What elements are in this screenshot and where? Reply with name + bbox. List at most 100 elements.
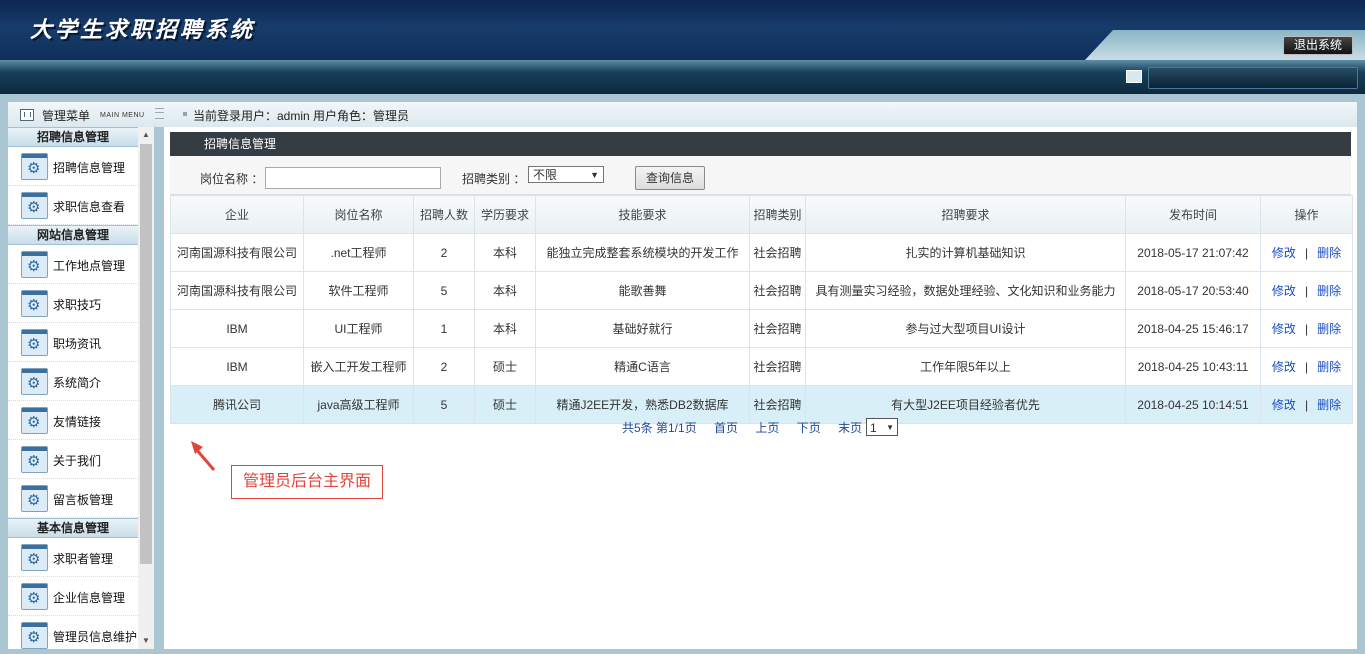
delete-link[interactable]: 删除 bbox=[1317, 284, 1341, 298]
table-cell: 精通C语言 bbox=[535, 347, 750, 386]
delete-link[interactable]: 删除 bbox=[1317, 322, 1341, 336]
position-label: 岗位名称 ： bbox=[200, 172, 264, 186]
separator: | bbox=[1304, 246, 1309, 260]
table-row: IBM UI工程师 1 本科 基础好就行 社会招聘 参与过大型项目UI设计 20… bbox=[170, 309, 1353, 348]
table-cell: 软件工程师 bbox=[303, 271, 414, 310]
table-cell: 工作年限5年以上 bbox=[805, 347, 1126, 386]
annotation-label: 管理员后台主界面 bbox=[231, 465, 383, 499]
next-page-link[interactable]: 下页 bbox=[797, 421, 821, 435]
table-cell: 有大型J2EE项目经验者优先 bbox=[805, 385, 1126, 424]
position-input[interactable] bbox=[265, 167, 441, 189]
logout-button[interactable]: 退出系统 bbox=[1283, 36, 1353, 55]
scroll-up-icon[interactable]: ▲ bbox=[138, 127, 154, 143]
status-box bbox=[1148, 67, 1358, 89]
sidebar-group-basic[interactable]: 基本信息管理 bbox=[8, 518, 138, 538]
main-content: 招聘信息管理 岗位名称 ： 招聘类别 ： 不限 ▼ 查询信息 企业 岗位名称 招… bbox=[164, 127, 1357, 649]
search-bar: 岗位名称 ： 招聘类别 ： 不限 ▼ 查询信息 bbox=[170, 156, 1351, 195]
table-row: IBM 嵌入工开发工程师 2 硕士 精通C语言 社会招聘 工作年限5年以上 20… bbox=[170, 347, 1353, 386]
edit-link[interactable]: 修改 bbox=[1272, 360, 1296, 374]
actions-cell: 修改 | 删除 bbox=[1260, 309, 1353, 348]
sidebar-item-companies[interactable]: ⚙ 企业信息管理 bbox=[8, 577, 138, 616]
table-cell: 2018-05-17 20:53:40 bbox=[1125, 271, 1261, 310]
column-header: 发布时间 bbox=[1125, 195, 1261, 234]
edit-link[interactable]: 修改 bbox=[1272, 398, 1296, 412]
table-cell: IBM bbox=[170, 309, 304, 348]
scrollbar-thumb[interactable] bbox=[140, 144, 152, 564]
annotation-arrow-icon bbox=[191, 441, 216, 471]
sidebar-item-message-board[interactable]: ⚙ 留言板管理 bbox=[8, 479, 138, 518]
sidebar-item-system-intro[interactable]: ⚙ 系统简介 bbox=[8, 362, 138, 401]
category-select[interactable]: 不限 ▼ bbox=[528, 166, 604, 183]
gear-icon: ⚙ bbox=[21, 446, 48, 473]
separator: | bbox=[1304, 398, 1309, 412]
first-page-link[interactable]: 首页 bbox=[714, 421, 738, 435]
column-header: 操作 bbox=[1260, 195, 1353, 234]
table-cell: 社会招聘 bbox=[749, 233, 806, 272]
sidebar-item-admin-info[interactable]: ⚙ 管理员信息维护 bbox=[8, 616, 138, 649]
table-cell: 扎实的计算机基础知识 bbox=[805, 233, 1126, 272]
app-logo: 大学生求职招聘系统 bbox=[30, 17, 256, 43]
table-cell: 嵌入工开发工程师 bbox=[303, 347, 414, 386]
table-cell: 参与过大型项目UI设计 bbox=[805, 309, 1126, 348]
menu-icon bbox=[20, 109, 34, 121]
gear-icon: ⚙ bbox=[21, 251, 48, 278]
sidebar-item-label: 求职者管理 bbox=[53, 552, 114, 566]
sidebar-item-about-us[interactable]: ⚙ 关于我们 bbox=[8, 440, 138, 479]
separator: | bbox=[1304, 284, 1309, 298]
separator: | bbox=[1304, 360, 1309, 374]
gear-icon: ⚙ bbox=[21, 407, 48, 434]
table-cell: 本科 bbox=[474, 271, 536, 310]
edit-link[interactable]: 修改 bbox=[1272, 284, 1296, 298]
edit-link[interactable]: 修改 bbox=[1272, 322, 1296, 336]
sidebar-item-label: 工作地点管理 bbox=[53, 259, 126, 273]
dropdown-arrow-icon: ▼ bbox=[886, 423, 894, 432]
sidebar-item-label: 友情链接 bbox=[53, 415, 102, 429]
delete-link[interactable]: 删除 bbox=[1317, 360, 1341, 374]
table-cell: 具有测量实习经验，数据处理经验、文化知识和业务能力 bbox=[805, 271, 1126, 310]
panel-header: 招聘信息管理 bbox=[170, 132, 1351, 156]
sidebar-group-website[interactable]: 网站信息管理 bbox=[8, 225, 138, 245]
edit-link[interactable]: 修改 bbox=[1272, 246, 1296, 260]
page-selected: 1 bbox=[870, 421, 877, 435]
sidebar-item-label: 求职信息查看 bbox=[53, 200, 126, 214]
separator: | bbox=[1304, 322, 1309, 336]
delete-link[interactable]: 删除 bbox=[1317, 398, 1341, 412]
table-cell: 2018-04-25 10:43:11 bbox=[1125, 347, 1261, 386]
table-cell: 硕士 bbox=[474, 347, 536, 386]
query-button[interactable]: 查询信息 bbox=[635, 166, 705, 190]
sidebar-item-job-tips[interactable]: ⚙ 求职技巧 bbox=[8, 284, 138, 323]
menu-toggle-icon[interactable] bbox=[155, 108, 164, 119]
delete-link[interactable]: 删除 bbox=[1317, 246, 1341, 260]
table-cell: 河南国源科技有限公司 bbox=[170, 271, 304, 310]
sidebar: 招聘信息管理 ⚙ 招聘信息管理 ⚙ 求职信息查看 网站信息管理 ⚙ 工作地点管理… bbox=[8, 127, 138, 649]
table-cell: 社会招聘 bbox=[749, 347, 806, 386]
sidebar-item-friend-links[interactable]: ⚙ 友情链接 bbox=[8, 401, 138, 440]
column-header: 招聘人数 bbox=[413, 195, 475, 234]
sidebar-item-career-news[interactable]: ⚙ 职场资讯 bbox=[8, 323, 138, 362]
sidebar-item-recruitment-manage[interactable]: ⚙ 招聘信息管理 bbox=[8, 147, 138, 186]
table-cell: 硕士 bbox=[474, 385, 536, 424]
actions-cell: 修改 | 删除 bbox=[1260, 347, 1353, 386]
sidebar-item-label: 招聘信息管理 bbox=[53, 161, 126, 175]
sidebar-scrollbar[interactable]: ▲ ▼ bbox=[138, 127, 154, 649]
sidebar-item-job-seeking-view[interactable]: ⚙ 求职信息查看 bbox=[8, 186, 138, 225]
sidebar-item-work-location[interactable]: ⚙ 工作地点管理 bbox=[8, 245, 138, 284]
gear-icon: ⚙ bbox=[21, 622, 48, 649]
last-page-link[interactable]: 末页 bbox=[838, 421, 862, 435]
table-row: 河南国源科技有限公司 软件工程师 5 本科 能歌善舞 社会招聘 具有测量实习经验… bbox=[170, 271, 1353, 310]
sidebar-item-job-seekers[interactable]: ⚙ 求职者管理 bbox=[8, 538, 138, 577]
actions-cell: 修改 | 删除 bbox=[1260, 233, 1353, 272]
sidebar-group-recruitment[interactable]: 招聘信息管理 bbox=[8, 127, 138, 147]
menu-title-en: MAIN MENU bbox=[100, 112, 145, 119]
scroll-down-icon[interactable]: ▼ bbox=[138, 633, 154, 649]
menu-title: 管理菜单 bbox=[42, 109, 91, 123]
table-row: 河南国源科技有限公司 .net工程师 2 本科 能独立完成整套系统模块的开发工作… bbox=[170, 233, 1353, 272]
actions-cell: 修改 | 删除 bbox=[1260, 385, 1353, 424]
prev-page-link[interactable]: 上页 bbox=[755, 421, 779, 435]
table-cell: 能独立完成整套系统模块的开发工作 bbox=[535, 233, 750, 272]
category-label: 招聘类别 ： bbox=[462, 172, 526, 186]
gear-icon: ⚙ bbox=[21, 368, 48, 395]
sidebar-item-label: 关于我们 bbox=[53, 454, 102, 468]
page-select[interactable]: 1 ▼ bbox=[866, 418, 898, 436]
pagination-summary: 共5条 第1/1页 bbox=[622, 421, 697, 435]
